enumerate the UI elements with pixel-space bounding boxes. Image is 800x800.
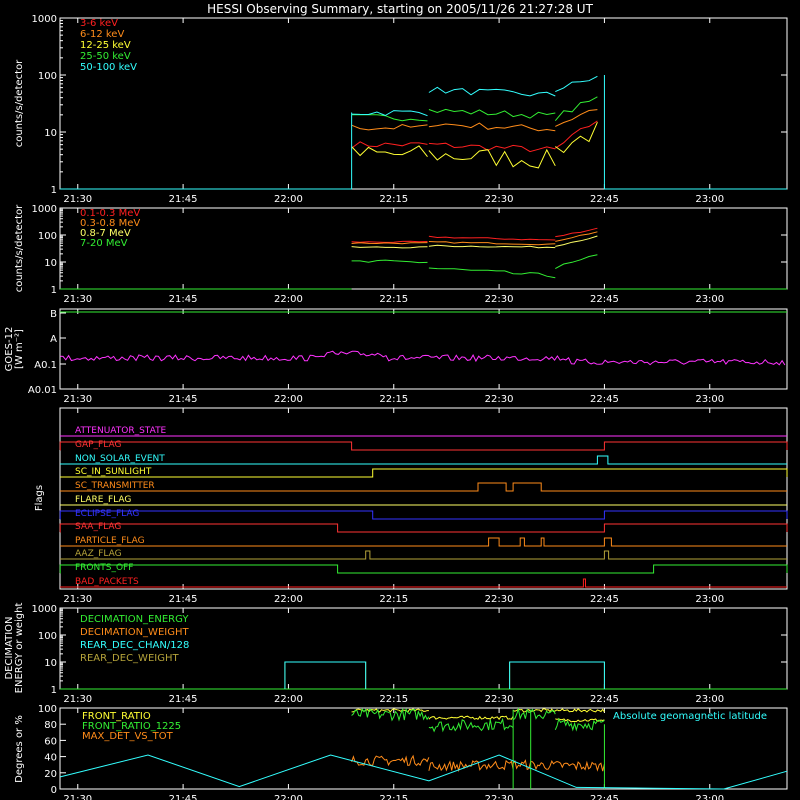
lowE-x-tick-label: 22:30	[485, 194, 514, 205]
decim-x-tick-label: 22:45	[590, 694, 619, 705]
goes-y-tick-label: A0.01	[28, 385, 57, 396]
highE-y-tick-label: 1	[51, 285, 57, 296]
decim-x-tick-label: 22:30	[485, 694, 514, 705]
lowE-x-tick-label: 22:45	[590, 194, 619, 205]
flags-label-item: FLARE_FLAG	[75, 495, 131, 505]
highE-legend-item: 7-20 MeV	[80, 238, 128, 249]
decim-legend-item: DECIMATION_ENERGY	[80, 614, 189, 625]
ratio-x-tick-label: 21:45	[169, 794, 198, 800]
lowE-x-tick-label: 22:15	[379, 194, 408, 205]
lowE-y-tick-label: 1	[51, 185, 57, 196]
ratio-y-tick-label: 60	[44, 736, 57, 747]
lowE-legend-item: 6-12 keV	[80, 29, 124, 40]
goes-ylabel-2: [W m⁻²]	[14, 329, 25, 369]
ratio-y-tick-label: 40	[44, 753, 57, 764]
highE-x-tick-label: 22:30	[485, 294, 514, 305]
lowE-x-tick-label: 21:45	[169, 194, 198, 205]
decim-y-tick-label: 1000	[32, 604, 57, 615]
decim-y-tick-label: 10	[44, 658, 57, 669]
decim-x-tick-label: 22:00	[274, 694, 303, 705]
goes-x-tick-label: 22:45	[590, 394, 619, 405]
hessi-summary-chart: HESSI Observing Summary, starting on 200…	[0, 0, 800, 800]
flags-label-item: PARTICLE_FLAG	[75, 536, 145, 546]
decim-y-tick-label: 100	[38, 631, 57, 642]
ratio-y-tick-label: 20	[44, 769, 57, 780]
ratio-x-tick-label: 21:30	[63, 794, 92, 800]
flags-label-item: AAZ_FLAG	[75, 549, 122, 559]
goes-y-tick-label: A	[50, 334, 57, 345]
highE-x-tick-label: 22:00	[274, 294, 303, 305]
lowE-y-tick-label: 1000	[32, 14, 57, 25]
decim-x-tick-label: 21:30	[63, 694, 92, 705]
highE-y-tick-label: 1000	[32, 204, 57, 215]
flags-x-tick-label: 21:30	[63, 594, 92, 605]
lowE-ylabel: counts/s/detector	[14, 59, 25, 147]
ratio-x-tick-label: 22:30	[485, 794, 514, 800]
flags-x-tick-label: 21:45	[169, 594, 198, 605]
lowE-x-tick-label: 21:30	[63, 194, 92, 205]
ratio-x-tick-label: 22:00	[274, 794, 303, 800]
ratio-y-tick-label: 100	[38, 704, 57, 715]
flags-label-item: SC_IN_SUNLIGHT	[75, 467, 152, 477]
ratio-right-legend: Absolute geomagnetic latitude	[613, 711, 767, 722]
highE-y-tick-label: 100	[38, 231, 57, 242]
ratio-y-tick-label: 0	[51, 785, 57, 796]
lowE-y-tick-label: 100	[38, 71, 57, 82]
flags-ylabel: Flags	[34, 485, 45, 511]
goes-x-tick-label: 22:00	[274, 394, 303, 405]
lowE-x-tick-label: 22:00	[274, 194, 303, 205]
goes-x-tick-label: 22:15	[379, 394, 408, 405]
goes-x-tick-label: 21:30	[63, 394, 92, 405]
flags-label-item: NON_SOLAR_EVENT	[75, 454, 165, 464]
lowE-legend-item: 50-100 keV	[80, 62, 137, 73]
flags-x-tick-label: 22:00	[274, 594, 303, 605]
flags-x-tick-label: 22:15	[379, 594, 408, 605]
ratio-x-tick-label: 23:00	[695, 794, 724, 800]
highE-ylabel: counts/s/detector	[14, 204, 25, 292]
decim-x-tick-label: 22:15	[379, 694, 408, 705]
goes-y-tick-label: A0.1	[34, 360, 57, 371]
highE-x-tick-label: 23:00	[695, 294, 724, 305]
highE-x-tick-label: 21:45	[169, 294, 198, 305]
ratio-y-tick-label: 80	[44, 720, 57, 731]
highE-x-tick-label: 22:15	[379, 294, 408, 305]
ratio-x-tick-label: 22:45	[590, 794, 619, 800]
decim-y-tick-label: 1	[51, 685, 57, 696]
lowE-x-tick-label: 23:00	[695, 194, 724, 205]
ratio-x-tick-label: 22:15	[379, 794, 408, 800]
goes-x-tick-label: 21:45	[169, 394, 198, 405]
decim-legend-item: REAR_DEC_WEIGHT	[80, 653, 179, 664]
flags-x-tick-label: 22:30	[485, 594, 514, 605]
flags-label-item: ATTENUATOR_STATE	[75, 426, 167, 436]
ratio-legend-item: MAX_DET_VS_TOT	[82, 731, 174, 742]
highE-x-tick-label: 22:45	[590, 294, 619, 305]
decim-legend-item: DECIMATION_WEIGHT	[80, 627, 189, 638]
lowE-y-tick-label: 10	[44, 128, 57, 139]
goes-y-tick-label: B	[50, 309, 57, 320]
ratio-ylabel: Degrees or %	[14, 715, 25, 783]
highE-y-tick-label: 10	[44, 258, 57, 269]
decim-ylabel-2: ENERGY or weight	[14, 603, 25, 694]
decim-x-tick-label: 21:45	[169, 694, 198, 705]
goes-x-tick-label: 23:00	[695, 394, 724, 405]
lowE-legend-item: 25-50 keV	[80, 51, 131, 62]
flags-label-item: BAD_PACKETS	[75, 577, 139, 587]
flags-x-tick-label: 23:00	[695, 594, 724, 605]
flags-x-tick-label: 22:45	[590, 594, 619, 605]
highE-x-tick-label: 21:30	[63, 294, 92, 305]
flags-label-item: SC_TRANSMITTER	[75, 481, 155, 491]
lowE-legend-item: 3-6 keV	[80, 18, 118, 29]
decim-legend-item: REAR_DEC_CHAN/128	[80, 640, 189, 651]
chart-title: HESSI Observing Summary, starting on 200…	[207, 2, 593, 16]
goes-x-tick-label: 22:30	[485, 394, 514, 405]
decim-x-tick-label: 23:00	[695, 694, 724, 705]
lowE-legend-item: 12-25 keV	[80, 40, 131, 51]
